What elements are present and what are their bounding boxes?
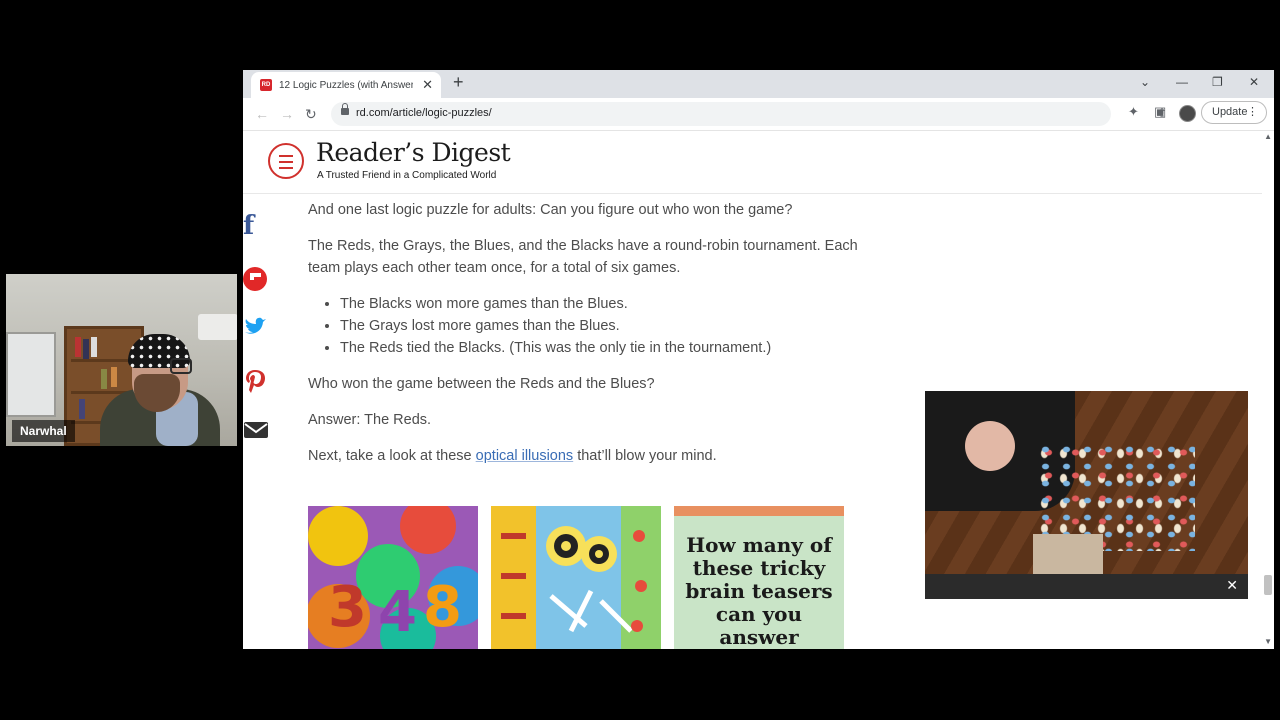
tab-close-icon[interactable]: ✕	[422, 77, 433, 93]
browser-toolbar: ← → ↻ rd.com/article/logic-puzzles/ ⇪ ☆ …	[243, 98, 1274, 131]
url-text[interactable]: rd.com/article/logic-puzzles/	[356, 107, 492, 119]
scroll-down-icon[interactable]: ▼	[1264, 637, 1272, 646]
address-bar[interactable]: rd.com/article/logic-puzzles/ ⇪ ☆	[331, 102, 1196, 126]
scroll-up-icon[interactable]: ▲	[1264, 132, 1272, 141]
article-body: And one last logic puzzle for adults: Ca…	[308, 199, 868, 481]
reload-icon[interactable]: ↻	[305, 106, 317, 123]
glasses	[170, 358, 192, 374]
update-button[interactable]: Update ⋮	[1201, 101, 1267, 124]
new-tab-button[interactable]: +	[453, 72, 464, 93]
puzzle-setup: The Reds, the Grays, the Blues, and the …	[308, 238, 858, 276]
tab-search-icon[interactable]: ⌄	[1140, 75, 1150, 89]
more-menu-icon[interactable]: ⋮	[1247, 102, 1258, 123]
next-text-suffix: that’ll blow your mind.	[573, 448, 717, 464]
site-header: Reader’s Digest A Trusted Friend in a Co…	[243, 131, 1262, 194]
minimize-button[interactable]: —	[1176, 75, 1188, 89]
list-item: The Grays lost more games than the Blues…	[340, 315, 868, 337]
svg-text:8: 8	[423, 575, 462, 640]
site-logo[interactable]: Reader’s Digest	[316, 138, 511, 167]
brain-teasers-thumbnail[interactable]: How many of these tricky brain teasers c…	[674, 506, 844, 649]
next-paragraph: Next, take a look at these optical illus…	[308, 445, 868, 467]
next-text-prefix: Next, take a look at these	[308, 448, 476, 464]
video-person	[965, 421, 1015, 471]
extensions-icon[interactable]: ✦	[1128, 104, 1139, 120]
numbers-thumbnail[interactable]: 3 4 8	[308, 506, 478, 649]
profile-avatar[interactable]	[1179, 105, 1196, 122]
article-intro: And one last logic puzzle for adults: Ca…	[308, 202, 793, 218]
video-close-icon[interactable]: ✕	[1226, 577, 1238, 594]
flipboard-icon[interactable]	[243, 265, 273, 295]
forward-icon[interactable]: →	[280, 106, 294, 122]
puzzle-box	[1033, 534, 1103, 576]
restore-button[interactable]: ❐	[1212, 75, 1223, 89]
related-articles: 3 4 8 How many of these tricky brain tea…	[308, 506, 848, 649]
clue-list: The Blacks won more games than the Blues…	[308, 293, 868, 359]
update-label: Update	[1212, 106, 1248, 118]
twitter-icon[interactable]	[243, 316, 273, 346]
webcam-feed: Narwhal	[6, 274, 237, 446]
list-item: The Reds tied the Blacks. (This was the …	[340, 337, 868, 359]
scroll-thumb[interactable]	[1264, 575, 1272, 595]
room-window	[6, 332, 56, 417]
lock-icon	[341, 103, 349, 115]
pinterest-icon[interactable]	[243, 368, 273, 398]
svg-text:4: 4	[378, 580, 417, 645]
tab-title: 12 Logic Puzzles (with Answers) |	[279, 80, 413, 91]
participant-name: Narwhal	[12, 420, 75, 442]
svg-text:3: 3	[328, 575, 367, 640]
puzzle-answer: Answer: The Reds.	[308, 412, 432, 428]
active-tab[interactable]: RD 12 Logic Puzzles (with Answers) | ✕	[251, 72, 441, 98]
close-window-button[interactable]: ✕	[1249, 75, 1259, 89]
page-scrollbar[interactable]: ▲ ▼	[1262, 131, 1274, 649]
air-conditioner	[198, 314, 237, 340]
puzzle-question: Who won the game between the Reds and th…	[308, 376, 655, 392]
optical-illusion-thumbnail[interactable]	[491, 506, 661, 649]
tab-bar: RD 12 Logic Puzzles (with Answers) | ✕ +…	[243, 70, 1274, 98]
web-page: Reader’s Digest A Trusted Friend in a Co…	[243, 131, 1262, 649]
video-control-bar	[925, 574, 1248, 599]
list-item: The Blacks won more games than the Blues…	[340, 293, 868, 315]
video-player[interactable]: ✕	[925, 391, 1248, 599]
brain-teasers-title: How many of these tricky brain teasers c…	[685, 533, 833, 650]
optical-illusions-link[interactable]: optical illusions	[476, 448, 574, 464]
rd-favicon-icon: RD	[260, 79, 272, 91]
side-panel-icon[interactable]: ▣	[1154, 104, 1166, 120]
back-icon[interactable]: ←	[255, 106, 269, 122]
site-tagline: A Trusted Friend in a Complicated World	[317, 170, 497, 181]
email-icon[interactable]	[243, 420, 273, 450]
hamburger-menu-icon[interactable]	[268, 143, 304, 179]
browser-window: RD 12 Logic Puzzles (with Answers) | ✕ +…	[243, 70, 1274, 649]
facebook-icon[interactable]: f	[243, 211, 273, 241]
